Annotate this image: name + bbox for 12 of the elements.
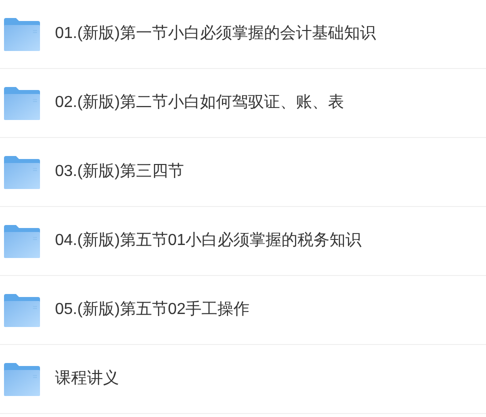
folder-name[interactable]: 04.(新版)第五节01小白必须掌握的税务知识 (55, 229, 362, 253)
folder-name[interactable]: 01.(新版)第一节小白必须掌握的会计基础知识 (55, 22, 376, 46)
folder-icon (4, 294, 40, 326)
folder-icon (4, 224, 40, 258)
folder-icon (4, 18, 40, 50)
folder-name[interactable]: 课程讲义 (55, 367, 119, 391)
folder-name[interactable]: 05.(新版)第五节02手工操作 (55, 298, 250, 322)
folder-icon (4, 86, 40, 120)
folder-name[interactable]: 02.(新版)第二节小白如何驾驭证、账、表 (55, 91, 344, 115)
folder-icon (4, 362, 40, 396)
folder-name[interactable]: 03.(新版)第三四节 (55, 160, 184, 184)
folder-icon (4, 156, 40, 188)
